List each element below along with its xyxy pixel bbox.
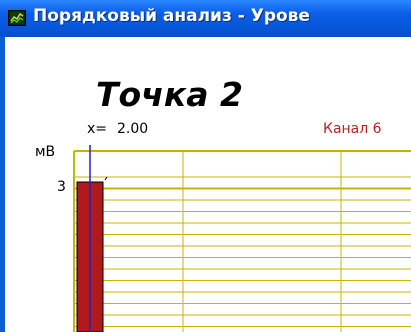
y-tick-label: 3	[57, 179, 66, 195]
channel-label: Канал 6	[323, 121, 382, 137]
title-bar[interactable]: Порядковый анализ - Урове	[0, 0, 411, 37]
level-chart	[73, 145, 411, 332]
window-title: Порядковый анализ - Урове	[33, 6, 310, 26]
app-chart-icon	[8, 10, 26, 26]
chart-grid	[73, 150, 411, 332]
chart-bars	[76, 145, 108, 332]
point-title: Точка 2	[96, 75, 243, 114]
x-label: x=	[87, 121, 108, 137]
app-window: Порядковый анализ - Урове Точка 2 x= 2.00…	[0, 0, 411, 332]
y-axis-unit: мВ	[35, 144, 56, 160]
x-readout: x= 2.00	[87, 121, 148, 137]
x-value: 2.00	[117, 121, 149, 137]
